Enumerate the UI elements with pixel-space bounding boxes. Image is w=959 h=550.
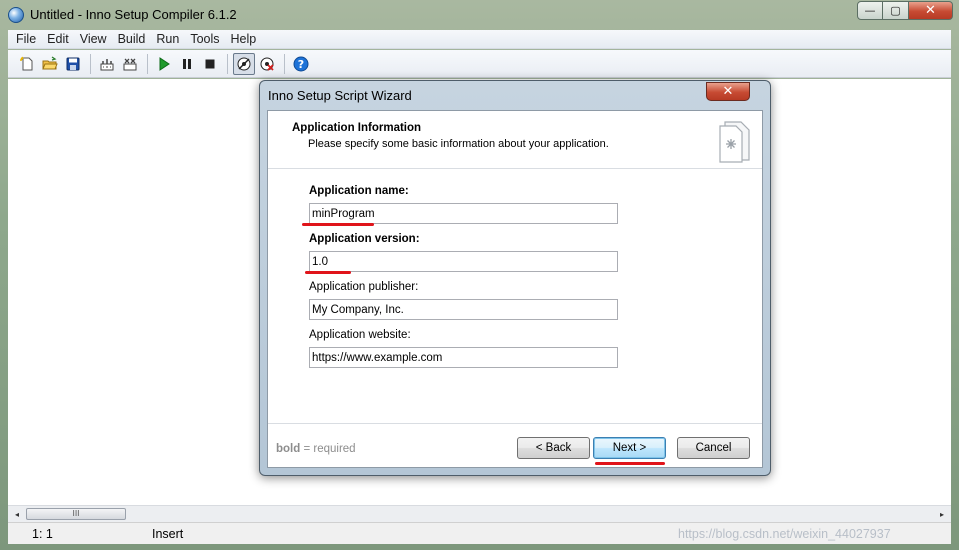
scroll-thumb[interactable]: III xyxy=(26,508,126,520)
app-name-label: Application name: xyxy=(309,185,409,197)
terminate-icon[interactable] xyxy=(199,53,221,75)
app-publisher-label: Application publisher: xyxy=(309,281,419,293)
page-title: Application Information xyxy=(292,122,422,134)
menu-edit[interactable]: Edit xyxy=(43,32,76,46)
toolbar-separator xyxy=(284,53,285,74)
required-note-text: = required xyxy=(300,443,356,455)
menu-build[interactable]: Build xyxy=(114,32,153,46)
inno-setup-icon xyxy=(8,7,24,23)
save-icon[interactable] xyxy=(62,53,84,75)
status-bar: 1: 1 Insert https://blog.csdn.net/weixin… xyxy=(8,522,951,544)
required-note: bold = required xyxy=(276,443,356,455)
annotation-underline xyxy=(595,462,665,465)
help-icon[interactable]: ? xyxy=(290,53,312,75)
next-button[interactable]: Next > xyxy=(593,437,666,459)
dialog-close-button[interactable]: ✕ xyxy=(706,82,750,101)
insert-mode: Insert xyxy=(152,527,184,541)
title-bar: Untitled - Inno Setup Compiler 6.1.2 — ▢… xyxy=(0,0,959,30)
toolbar-separator xyxy=(227,53,228,74)
minimize-button[interactable]: — xyxy=(857,1,883,20)
dialog-title: Inno Setup Script Wizard xyxy=(268,88,412,103)
app-website-input[interactable] xyxy=(309,347,618,368)
menu-view[interactable]: View xyxy=(76,32,114,46)
close-button[interactable]: ✕ xyxy=(909,1,953,20)
app-website-label: Application website: xyxy=(309,329,411,341)
annotation-underline xyxy=(305,271,351,274)
watermark: https://blog.csdn.net/weixin_44027937 xyxy=(678,527,891,541)
compile-icon[interactable] xyxy=(96,53,118,75)
svg-text:?: ? xyxy=(298,58,304,71)
header-separator xyxy=(268,168,762,169)
app-name-input[interactable] xyxy=(309,203,618,224)
menu-help[interactable]: Help xyxy=(227,32,264,46)
dialog-body: Application Information Please specify s… xyxy=(267,110,763,468)
app-version-input[interactable] xyxy=(309,251,618,272)
open-folder-icon[interactable] xyxy=(39,53,61,75)
wizard-document-icon xyxy=(716,117,752,168)
pause-icon[interactable] xyxy=(176,53,198,75)
app-publisher-input[interactable] xyxy=(309,299,618,320)
page-description: Please specify some basic information ab… xyxy=(308,138,609,150)
new-file-icon[interactable] xyxy=(16,53,38,75)
horizontal-scrollbar[interactable]: ◂ III ▸ xyxy=(8,505,951,522)
toolbar-separator xyxy=(90,53,91,74)
run-icon[interactable] xyxy=(153,53,175,75)
maximize-button[interactable]: ▢ xyxy=(883,1,909,20)
menu-run[interactable]: Run xyxy=(152,32,186,46)
window-controls: — ▢ ✕ xyxy=(857,1,953,20)
stop-compile-icon[interactable] xyxy=(119,53,141,75)
menu-file[interactable]: File xyxy=(12,32,43,46)
menu-bar: File Edit View Build Run Tools Help xyxy=(8,30,951,49)
back-button[interactable]: < Back xyxy=(517,437,590,459)
caret-position: 1: 1 xyxy=(32,527,53,541)
scroll-right-arrow-icon[interactable]: ▸ xyxy=(935,508,949,520)
menu-tools[interactable]: Tools xyxy=(186,32,226,46)
window-title: Untitled - Inno Setup Compiler 6.1.2 xyxy=(30,7,237,22)
scroll-left-arrow-icon[interactable]: ◂ xyxy=(10,508,24,520)
target-setup-icon[interactable] xyxy=(233,52,255,75)
toolbar: ? xyxy=(8,50,951,78)
cancel-button[interactable]: Cancel xyxy=(677,437,750,459)
footer-separator xyxy=(268,423,762,424)
script-wizard-dialog: Inno Setup Script Wizard ✕ Application I… xyxy=(259,80,771,476)
app-version-label: Application version: xyxy=(309,233,420,245)
toolbar-separator xyxy=(147,53,148,74)
annotation-underline xyxy=(302,223,374,226)
target-uninstall-icon[interactable] xyxy=(256,53,278,75)
required-note-bold: bold xyxy=(276,443,301,455)
